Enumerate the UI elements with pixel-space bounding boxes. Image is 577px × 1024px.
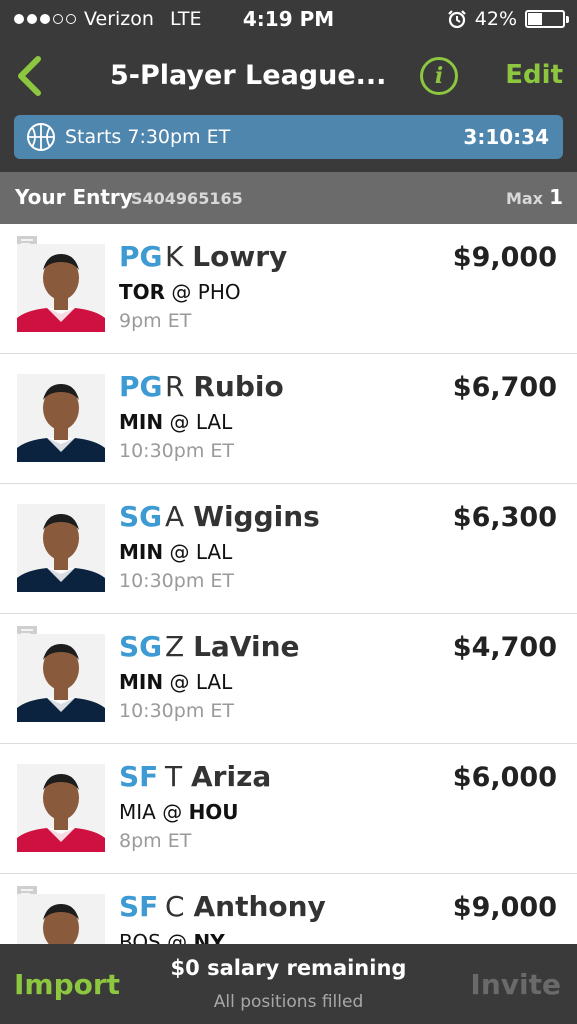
player-position: SF	[119, 890, 159, 923]
player-name: Z LaVine	[165, 630, 300, 663]
player-name: C Anthony	[165, 890, 326, 923]
player-salary: $9,000	[452, 892, 557, 923]
player-last-name: Anthony	[193, 890, 326, 923]
page-title: 5-Player League...	[110, 60, 387, 91]
away-team: BOS	[119, 930, 161, 944]
player-name: T Ariza	[165, 760, 271, 793]
player-salary: $6,000	[452, 762, 557, 793]
away-team: MIN	[119, 670, 164, 694]
home-team: PHO	[197, 280, 241, 304]
player-row[interactable]: PG R Rubio $6,700 MIN @ LAL 10:30pm ET	[0, 354, 577, 484]
player-last-name: Lowry	[192, 240, 288, 273]
game-time: 10:30pm ET	[119, 440, 234, 462]
player-headshot	[17, 504, 105, 592]
matchup-separator: @	[169, 410, 190, 434]
edit-button[interactable]: Edit	[505, 60, 563, 90]
player-matchup: MIN @ LAL	[119, 670, 232, 694]
contest-strip: Starts 7:30pm ET 3:10:34	[0, 112, 577, 172]
battery-percent: 42%	[474, 8, 517, 30]
game-time: 8pm ET	[119, 830, 192, 852]
away-team: TOR	[119, 280, 166, 304]
entry-label: Your Entry	[15, 185, 133, 209]
player-name: R Rubio	[165, 370, 284, 403]
player-first-initial: C	[165, 890, 185, 923]
player-name: K Lowry	[165, 240, 287, 273]
home-team: HOU	[188, 800, 239, 824]
countdown-bar: Starts 7:30pm ET 3:10:34	[14, 115, 563, 159]
player-headshot	[17, 244, 105, 332]
matchup-separator: @	[169, 540, 190, 564]
battery-icon	[525, 10, 569, 28]
entry-header: Your Entry S404965165 Max 1	[0, 172, 577, 224]
player-name: A Wiggins	[165, 500, 320, 533]
player-row[interactable]: SF C Anthony $9,000 BOS @ NY	[0, 874, 577, 944]
invite-button[interactable]: Invite	[470, 968, 561, 1001]
nav-bar: 5-Player League... i Edit	[0, 40, 577, 112]
player-matchup: TOR @ PHO	[119, 280, 241, 304]
player-matchup: BOS @ NY	[119, 930, 225, 944]
matchup-separator: @	[171, 280, 192, 304]
player-row[interactable]: PG K Lowry $9,000 TOR @ PHO 9pm ET	[0, 224, 577, 354]
alarm-icon	[447, 10, 466, 29]
max-entries-value: 1	[549, 185, 563, 209]
player-row[interactable]: SF T Ariza $6,000 MIA @ HOU 8pm ET	[0, 744, 577, 874]
player-first-initial: T	[165, 760, 183, 793]
player-row[interactable]: SG Z LaVine $4,700 MIN @ LAL 10:30pm ET	[0, 614, 577, 744]
player-row[interactable]: SG A Wiggins $6,300 MIN @ LAL 10:30pm ET	[0, 484, 577, 614]
player-position: SG	[119, 500, 163, 533]
player-position: PG	[119, 370, 163, 403]
matchup-separator: @	[162, 800, 183, 824]
player-matchup: MIA @ HOU	[119, 800, 239, 824]
game-time: 10:30pm ET	[119, 570, 234, 592]
player-first-initial: R	[165, 370, 185, 403]
player-first-initial: A	[165, 500, 185, 533]
player-last-name: Wiggins	[193, 500, 320, 533]
player-salary: $4,700	[452, 632, 557, 663]
info-icon[interactable]: i	[420, 57, 458, 95]
game-time: 9pm ET	[119, 310, 192, 332]
player-first-initial: K	[165, 240, 184, 273]
away-team: MIN	[119, 540, 164, 564]
countdown-timer: 3:10:34	[463, 125, 549, 149]
player-matchup: MIN @ LAL	[119, 410, 232, 434]
player-salary: $6,700	[452, 372, 557, 403]
player-first-initial: Z	[165, 630, 185, 663]
away-team: MIN	[119, 410, 164, 434]
player-headshot	[17, 764, 105, 852]
player-salary: $6,300	[452, 502, 557, 533]
entry-id: S404965165	[131, 189, 243, 208]
player-salary: $9,000	[452, 242, 557, 273]
player-last-name: Ariza	[191, 760, 272, 793]
home-team: NY	[193, 930, 225, 944]
player-headshot	[17, 634, 105, 722]
matchup-separator: @	[169, 670, 190, 694]
home-team: LAL	[195, 670, 233, 694]
home-team: LAL	[195, 540, 233, 564]
start-time-text: Starts 7:30pm ET	[65, 126, 231, 148]
player-position: SG	[119, 630, 163, 663]
player-position: PG	[119, 240, 163, 273]
bottom-bar: Import $0 salary remaining All positions…	[0, 944, 577, 1024]
player-matchup: MIN @ LAL	[119, 540, 232, 564]
matchup-separator: @	[167, 930, 188, 944]
away-team: MIA	[119, 800, 156, 824]
player-headshot	[17, 374, 105, 462]
player-position: SF	[119, 760, 159, 793]
player-last-name: LaVine	[193, 630, 300, 663]
player-list: PG K Lowry $9,000 TOR @ PHO 9pm ET PG R Rubio $…	[0, 224, 577, 944]
chevron-left-icon[interactable]	[12, 54, 48, 98]
status-bar: Verizon LTE 4:19 PM 42%	[0, 0, 577, 40]
status-right: 42%	[447, 8, 569, 30]
player-headshot	[17, 894, 105, 944]
game-time: 10:30pm ET	[119, 700, 234, 722]
max-entries-label: Max	[505, 189, 543, 208]
player-last-name: Rubio	[193, 370, 284, 403]
home-team: LAL	[195, 410, 233, 434]
basketball-icon	[27, 123, 55, 151]
